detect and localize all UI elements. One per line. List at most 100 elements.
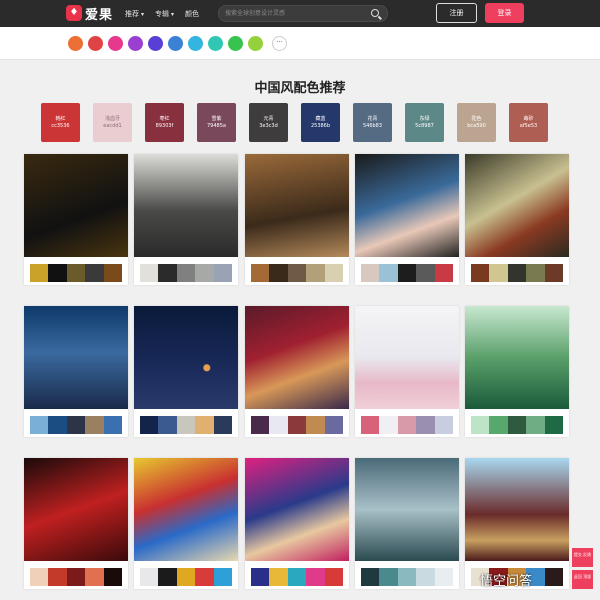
palette-color[interactable] <box>269 264 288 282</box>
palette-color[interactable] <box>158 416 177 434</box>
palette-color[interactable] <box>269 568 288 586</box>
palette-color[interactable] <box>306 568 325 586</box>
palette-color[interactable] <box>379 568 398 586</box>
palette-card[interactable] <box>355 306 459 437</box>
palette-card[interactable] <box>24 458 128 589</box>
color-swatch[interactable]: 雪紫 79485a <box>197 103 236 142</box>
search-input[interactable]: 搜索全球创意设计灵感 <box>218 5 388 22</box>
palette-card[interactable] <box>355 154 459 285</box>
palette-color[interactable] <box>66 568 86 586</box>
card-image[interactable] <box>245 306 349 409</box>
palette-color[interactable] <box>251 416 270 434</box>
palette-card[interactable] <box>245 154 349 285</box>
palette-color[interactable] <box>306 416 325 434</box>
card-image[interactable] <box>465 306 569 409</box>
palette-color[interactable] <box>176 568 196 586</box>
palette-card[interactable] <box>465 154 569 285</box>
card-image[interactable] <box>465 154 569 257</box>
register-button[interactable]: 注册 <box>436 3 477 23</box>
palette-color[interactable] <box>30 568 49 586</box>
palette-color[interactable] <box>416 264 435 282</box>
palette-color[interactable] <box>251 568 270 586</box>
palette-card[interactable] <box>24 306 128 437</box>
feedback-button[interactable]: 提交 反馈 <box>572 548 593 567</box>
logo-text[interactable]: 爱果 <box>85 4 113 23</box>
color-swatch[interactable]: 藏蓝 25386b <box>301 103 340 142</box>
palette-color[interactable] <box>195 568 214 586</box>
palette-color[interactable] <box>397 568 417 586</box>
palette-color[interactable] <box>544 264 564 282</box>
palette-color[interactable] <box>85 264 104 282</box>
palette-color[interactable] <box>103 568 123 586</box>
search-icon[interactable] <box>371 9 379 17</box>
login-button[interactable]: 登录 <box>485 3 524 23</box>
card-image[interactable] <box>134 154 238 257</box>
color-dot[interactable] <box>228 36 243 51</box>
nav-item-color[interactable]: 颜色 <box>185 9 199 19</box>
palette-color[interactable] <box>324 568 344 586</box>
palette-color[interactable] <box>85 568 104 586</box>
palette-color[interactable] <box>213 416 233 434</box>
palette-color[interactable] <box>361 416 380 434</box>
card-image[interactable] <box>24 458 128 561</box>
palette-color[interactable] <box>434 568 454 586</box>
nav-item-album[interactable]: 专辑 ▾ <box>155 9 174 19</box>
palette-color[interactable] <box>544 568 564 586</box>
palette-color[interactable] <box>287 264 307 282</box>
palette-color[interactable] <box>507 264 527 282</box>
palette-color[interactable] <box>361 264 380 282</box>
color-dot[interactable] <box>168 36 183 51</box>
palette-color[interactable] <box>544 416 564 434</box>
logo-icon[interactable]: ♦ <box>66 5 82 21</box>
palette-color[interactable] <box>30 416 49 434</box>
color-swatch[interactable]: 花青 546b83 <box>353 103 392 142</box>
palette-color[interactable] <box>287 568 307 586</box>
color-swatch[interactable]: 韩红 cc3536 <box>41 103 80 142</box>
card-image[interactable] <box>355 306 459 409</box>
palette-color[interactable] <box>213 264 233 282</box>
palette-card[interactable] <box>134 306 238 437</box>
color-dot[interactable] <box>208 36 223 51</box>
palette-color[interactable] <box>103 416 123 434</box>
nav-item-recommend[interactable]: 推荐 ▾ <box>125 9 144 19</box>
card-image[interactable] <box>245 458 349 561</box>
color-dot[interactable] <box>108 36 123 51</box>
color-dot[interactable] <box>188 36 203 51</box>
palette-color[interactable] <box>48 568 67 586</box>
palette-card[interactable] <box>24 154 128 285</box>
palette-color[interactable] <box>416 416 435 434</box>
palette-color[interactable] <box>158 264 177 282</box>
color-dot[interactable] <box>248 36 263 51</box>
palette-color[interactable] <box>66 416 86 434</box>
palette-color[interactable] <box>48 264 67 282</box>
palette-color[interactable] <box>434 416 454 434</box>
palette-color[interactable] <box>30 264 49 282</box>
palette-color[interactable] <box>66 264 86 282</box>
palette-color[interactable] <box>195 416 214 434</box>
card-image[interactable] <box>245 154 349 257</box>
color-swatch[interactable]: 苺砂 af5e53 <box>509 103 548 142</box>
palette-color[interactable] <box>176 416 196 434</box>
palette-color[interactable] <box>416 568 435 586</box>
palette-card[interactable] <box>245 306 349 437</box>
palette-color[interactable] <box>140 416 159 434</box>
palette-color[interactable] <box>507 416 527 434</box>
palette-color[interactable] <box>361 568 380 586</box>
palette-color[interactable] <box>287 416 307 434</box>
palette-color[interactable] <box>195 264 214 282</box>
palette-card[interactable] <box>134 458 238 589</box>
more-colors-button[interactable]: ··· <box>272 36 287 51</box>
palette-card[interactable] <box>134 154 238 285</box>
palette-color[interactable] <box>324 264 344 282</box>
card-image[interactable] <box>134 306 238 409</box>
color-swatch[interactable]: 浅血牙 eacdd1 <box>93 103 132 142</box>
palette-color[interactable] <box>471 264 490 282</box>
card-image[interactable] <box>465 458 569 561</box>
palette-color[interactable] <box>397 264 417 282</box>
palette-color[interactable] <box>251 264 270 282</box>
palette-color[interactable] <box>489 264 508 282</box>
color-swatch[interactable]: 东绿 5c8987 <box>405 103 444 142</box>
color-swatch[interactable]: 驼色 bca590 <box>457 103 496 142</box>
palette-color[interactable] <box>48 416 67 434</box>
palette-card[interactable] <box>245 458 349 589</box>
